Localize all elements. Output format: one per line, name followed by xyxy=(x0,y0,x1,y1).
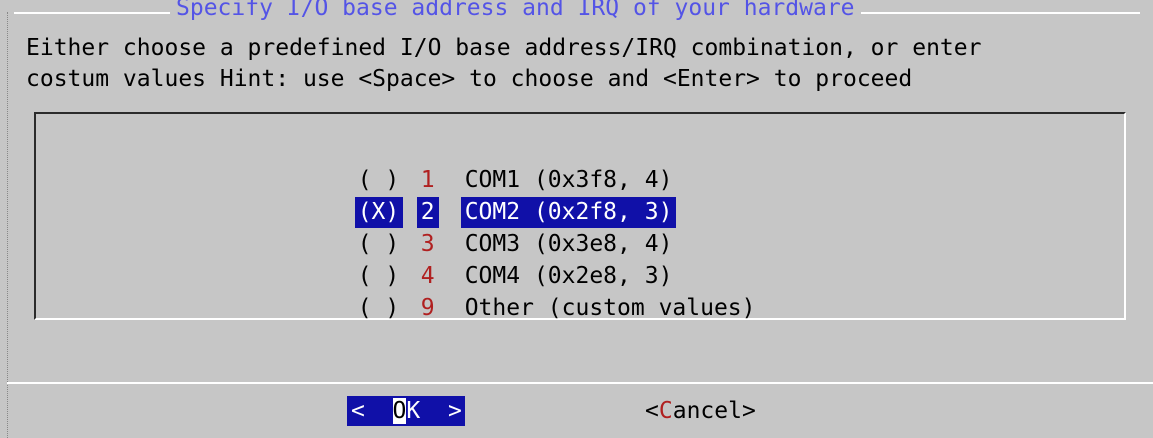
cancel-left-bracket: < xyxy=(645,398,659,424)
ok-left-bracket: < xyxy=(351,398,393,424)
dialog-title: Specify I/O base address and IRQ of your… xyxy=(170,0,861,22)
radio-button[interactable]: ( ) xyxy=(355,293,403,324)
prompt-line-1: Either choose a predefined I/O base addr… xyxy=(26,35,982,61)
option-com4[interactable]: ( ) 4 COM4 (0x2e8, 3) xyxy=(327,230,676,289)
ok-button[interactable]: < OK > xyxy=(347,396,465,426)
dialog-prompt: Either choose a predefined I/O base addr… xyxy=(26,33,981,95)
option-label: Other (custom values) xyxy=(464,295,756,321)
option-tag: 9 xyxy=(420,295,435,321)
button-separator xyxy=(7,382,1153,384)
option-other[interactable]: ( ) 9 Other (custom values) xyxy=(327,262,760,321)
ok-rest: K > xyxy=(406,398,462,424)
cancel-hotkey: C xyxy=(658,398,673,424)
option-com1[interactable]: ( ) 1 COM1 (0x3f8, 4) xyxy=(327,134,676,193)
option-com2[interactable]: (X) 2 COM2 (0x2f8, 3) xyxy=(327,166,677,228)
cancel-button[interactable]: <Cancel> xyxy=(645,396,756,426)
cancel-rest: ancel> xyxy=(672,398,756,424)
ok-hotkey: O xyxy=(392,398,407,424)
option-com3[interactable]: ( ) 3 COM3 (0x3e8, 4) xyxy=(327,198,676,257)
prompt-line-2: costum values Hint: use <Space> to choos… xyxy=(26,66,913,92)
dialog-frame-left xyxy=(7,12,8,438)
